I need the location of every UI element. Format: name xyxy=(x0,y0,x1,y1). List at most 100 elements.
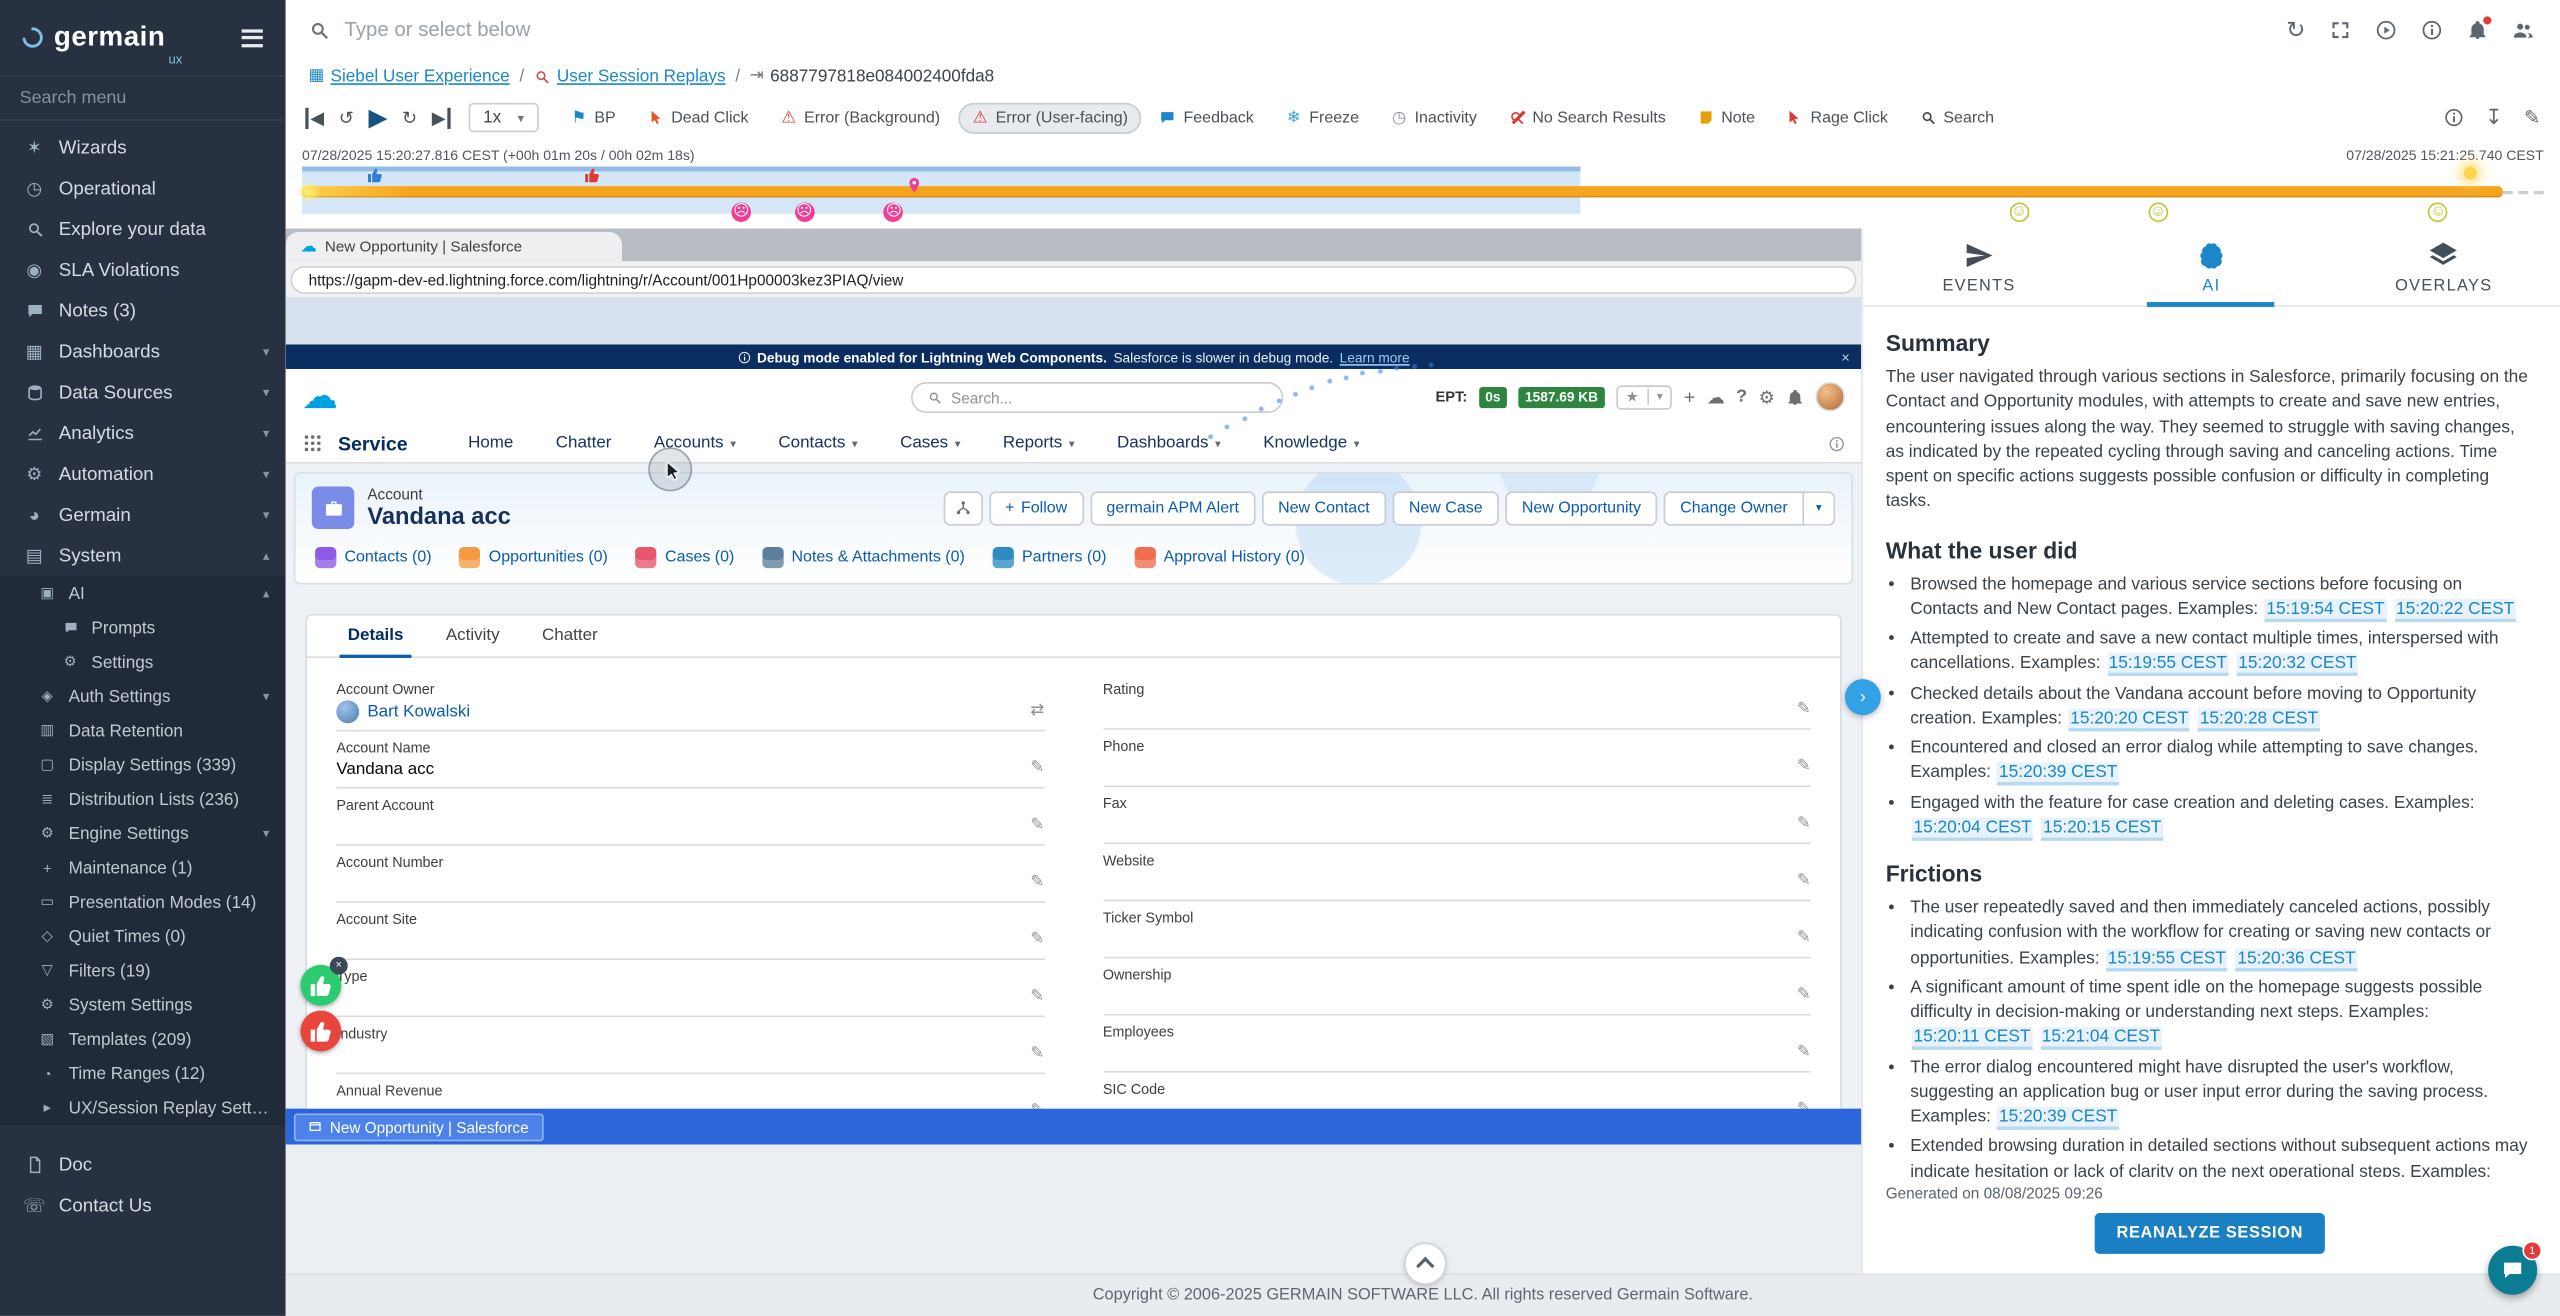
sidebar-item-display-settings-339[interactable]: ▢Display Settings (339) xyxy=(0,748,286,782)
sidebar-item-distribution-lists-236[interactable]: ≣Distribution Lists (236) xyxy=(0,782,286,816)
sidebar-item-ux-session-replay-settings[interactable]: ▸UX/Session Replay Settings xyxy=(0,1091,286,1125)
timestamp-link[interactable]: 15:20:36 CEST xyxy=(2236,948,2358,971)
timestamp-link[interactable]: 15:20:11 CEST xyxy=(1912,1027,2032,1050)
detail-tab-chatter[interactable]: Chatter xyxy=(521,616,619,657)
sidebar-item-maintenance-1[interactable]: +Maintenance (1) xyxy=(0,851,286,885)
taskbar-window-item[interactable]: New Opportunity | Salesforce xyxy=(294,1113,543,1141)
global-search-input[interactable]: Type or select below xyxy=(309,18,531,41)
edit-pencil-icon[interactable]: ✎ xyxy=(1797,815,1811,833)
detail-tab-activity[interactable]: Activity xyxy=(425,616,521,657)
timestamp-link[interactable]: 15:20:28 CEST xyxy=(2198,708,2320,731)
replay-icon[interactable] xyxy=(2376,19,2397,40)
related-cases-0[interactable]: Cases (0) xyxy=(636,547,735,568)
timeline-track[interactable]: ☹☹☹☺☺☺ xyxy=(302,165,2544,230)
related-approval-history-0[interactable]: Approval History (0) xyxy=(1134,547,1305,568)
action-new-contact-button[interactable]: New Contact xyxy=(1262,491,1386,525)
speed-select[interactable]: 1x ▾ xyxy=(468,103,538,132)
event-chip-error-background[interactable]: ⚠Error (Background) xyxy=(767,102,954,133)
play-button[interactable]: ▶ xyxy=(368,103,387,132)
edit-icon[interactable]: ✎ xyxy=(2524,106,2540,129)
marker-sad-face-icon[interactable]: ☹ xyxy=(884,202,904,222)
detail-tab-details[interactable]: Details xyxy=(327,616,425,657)
sf-app-name[interactable]: Service xyxy=(338,432,408,455)
sidebar-item-explore-your-data[interactable]: Explore your data xyxy=(0,209,286,250)
marker-thumb-down-icon[interactable] xyxy=(584,167,602,185)
sf-nav-contacts[interactable]: Contacts▾ xyxy=(757,424,879,462)
scroll-to-top-button[interactable] xyxy=(1404,1242,1446,1284)
edit-pencil-icon[interactable]: ✎ xyxy=(1030,931,1044,949)
sf-nav-reports[interactable]: Reports▾ xyxy=(982,424,1096,462)
thumbs-down-button[interactable] xyxy=(300,1011,341,1052)
timestamp-link[interactable]: 15:19:55 CEST xyxy=(2107,653,2229,676)
users-icon[interactable] xyxy=(2513,19,2534,40)
close-icon[interactable]: × xyxy=(1841,349,1850,365)
url-bar[interactable]: https://gapm-dev-ed.lightning.force.com/… xyxy=(291,265,1857,293)
sync-icon[interactable]: ↻ xyxy=(2286,16,2305,44)
timestamp-link[interactable]: 15:19:55 CEST xyxy=(2106,948,2228,971)
setup-gear-icon[interactable]: ⚙ xyxy=(1759,386,1775,407)
event-chip-no-search-results[interactable]: No Search Results xyxy=(1495,102,1679,133)
timeline-activity-bar[interactable] xyxy=(302,186,2503,197)
marker-happy-face-icon[interactable]: ☺ xyxy=(2148,202,2168,222)
info-icon[interactable] xyxy=(1829,435,1845,451)
notifications-icon[interactable] xyxy=(2467,19,2488,40)
chevron-down-icon[interactable]: ▾ xyxy=(1804,491,1835,525)
sidebar-item-dashboards[interactable]: ▦Dashboards▾ xyxy=(0,331,286,372)
breadcrumb-item-siebel-user-experience[interactable]: ▦Siebel User Experience xyxy=(309,66,510,86)
edit-pencil-icon[interactable]: ✎ xyxy=(1797,986,1811,1004)
edit-pencil-icon[interactable]: ✎ xyxy=(1030,988,1044,1006)
breadcrumb-item-6887797818e084002400fda8[interactable]: ⇥6887797818e084002400fda8 xyxy=(750,66,994,86)
skip-to-end-button[interactable]: ▶ xyxy=(432,107,451,128)
edit-pencil-icon[interactable]: ✎ xyxy=(1030,873,1044,891)
marker-pin-icon[interactable] xyxy=(905,176,923,194)
marker-sad-face-icon[interactable]: ☹ xyxy=(794,202,814,222)
sidebar-item-automation[interactable]: ⚙Automation▾ xyxy=(0,454,286,495)
timestamp-link[interactable]: 15:20:15 CEST xyxy=(2041,818,2163,841)
timestamp-link[interactable]: 15:21:04 CEST xyxy=(2040,1027,2162,1050)
sidebar-item-wizards[interactable]: ✶Wizards xyxy=(0,127,286,168)
sidebar-item-notes-3[interactable]: Notes (3) xyxy=(0,291,286,332)
event-chip-note[interactable]: Note xyxy=(1684,102,1768,133)
sidebar-item-system-settings[interactable]: ⚙System Settings xyxy=(0,988,286,1022)
edit-pencil-icon[interactable]: ✎ xyxy=(1030,1102,1044,1109)
sidebar-item-ai[interactable]: ▣AI▴ xyxy=(0,576,286,610)
timestamp-link[interactable]: 15:20:32 CEST xyxy=(2237,653,2359,676)
sidebar-item-filters-19[interactable]: ▽Filters (19) xyxy=(0,953,286,987)
download-icon[interactable]: ↧ xyxy=(2485,104,2503,130)
edit-pencil-icon[interactable]: ✎ xyxy=(1797,1100,1811,1108)
breadcrumb-item-user-session-replays[interactable]: User Session Replays xyxy=(534,66,726,86)
orchestrator-icon[interactable]: ☁ xyxy=(1707,386,1725,407)
sidebar-item-engine-settings[interactable]: ⚙Engine Settings▾ xyxy=(0,816,286,850)
marker-sad-face-icon[interactable]: ☹ xyxy=(732,202,752,222)
panel-tab-events[interactable]: EVENTS xyxy=(1863,229,2095,306)
info-icon[interactable] xyxy=(2444,108,2464,128)
sf-nav-knowledge[interactable]: Knowledge▾ xyxy=(1242,424,1381,462)
learn-more-link[interactable]: Learn more xyxy=(1340,349,1410,365)
action-germain-apm-alert-button[interactable]: germain APM Alert xyxy=(1090,491,1255,525)
timestamp-link[interactable]: 15:20:20 CEST xyxy=(2069,708,2191,731)
sf-nav-chatter[interactable]: Chatter xyxy=(535,424,633,462)
related-contacts-0[interactable]: Contacts (0) xyxy=(315,547,432,568)
sidebar-search-input[interactable]: Search menu xyxy=(0,75,286,121)
menu-toggle-icon[interactable] xyxy=(235,22,269,53)
sidebar-item-operational[interactable]: ◷Operational xyxy=(0,168,286,209)
marker-happy-face-icon[interactable]: ☺ xyxy=(2429,202,2449,222)
panel-tab-overlays[interactable]: OVERLAYS xyxy=(2328,229,2560,306)
sidebar-item-germain[interactable]: ◕Germain▾ xyxy=(0,495,286,536)
action-new-opportunity-button[interactable]: New Opportunity xyxy=(1506,491,1658,525)
sf-nav-cases[interactable]: Cases▾ xyxy=(879,424,982,462)
action-new-case-button[interactable]: New Case xyxy=(1393,491,1499,525)
event-chip-dead-click[interactable]: Dead Click xyxy=(634,102,762,133)
sidebar-item-prompts[interactable]: Prompts xyxy=(0,611,286,645)
timestamp-link[interactable]: 15:20:39 CEST xyxy=(1997,763,2119,786)
add-icon[interactable]: + xyxy=(1684,385,1695,408)
event-chip-feedback[interactable]: Feedback xyxy=(1146,102,1267,133)
action-change-owner-button[interactable]: Change Owner xyxy=(1664,491,1804,525)
reanalyze-session-button[interactable]: REANALYZE SESSION xyxy=(2095,1213,2324,1254)
sidebar-item-presentation-modes-14[interactable]: ▭Presentation Modes (14) xyxy=(0,885,286,919)
help-icon[interactable]: ? xyxy=(1736,387,1747,407)
event-chip-error-user-facing[interactable]: ⚠Error (User-facing) xyxy=(958,102,1141,133)
event-chip-bp[interactable]: ⚑BP xyxy=(557,102,629,133)
related-opportunities-0[interactable]: Opportunities (0) xyxy=(459,547,608,568)
sidebar-item-doc[interactable]: Doc xyxy=(0,1144,286,1185)
